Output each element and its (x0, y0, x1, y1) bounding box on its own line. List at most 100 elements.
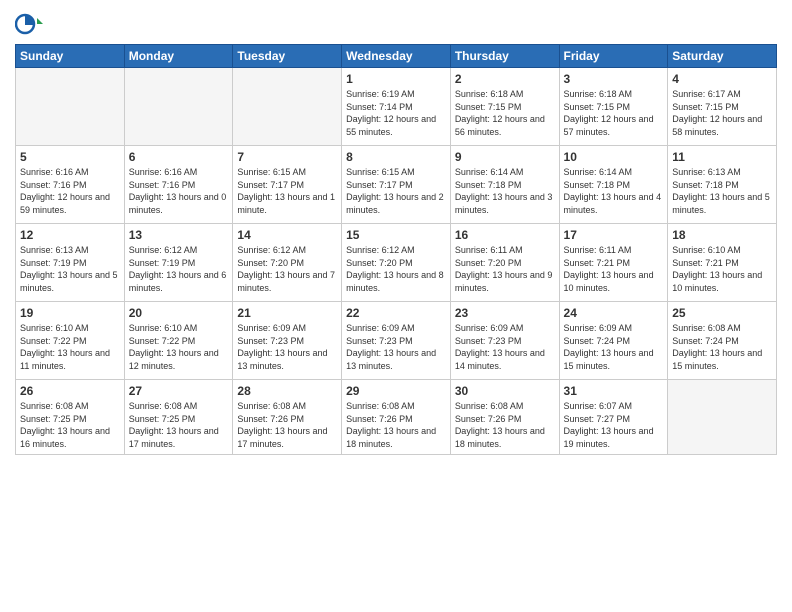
day-cell: 25Sunrise: 6:08 AMSunset: 7:24 PMDayligh… (668, 302, 777, 380)
day-number: 31 (564, 383, 664, 399)
logo-icon (15, 10, 43, 38)
day-number: 20 (129, 305, 229, 321)
day-cell: 18Sunrise: 6:10 AMSunset: 7:21 PMDayligh… (668, 224, 777, 302)
header (15, 10, 777, 38)
weekday-wednesday: Wednesday (342, 45, 451, 68)
day-cell: 2Sunrise: 6:18 AMSunset: 7:15 PMDaylight… (450, 68, 559, 146)
cell-info: Sunrise: 6:16 AMSunset: 7:16 PMDaylight:… (20, 166, 120, 216)
day-number: 5 (20, 149, 120, 165)
day-cell (668, 380, 777, 455)
cell-info: Sunrise: 6:14 AMSunset: 7:18 PMDaylight:… (455, 166, 555, 216)
day-cell: 9Sunrise: 6:14 AMSunset: 7:18 PMDaylight… (450, 146, 559, 224)
cell-info: Sunrise: 6:12 AMSunset: 7:20 PMDaylight:… (346, 244, 446, 294)
cell-info: Sunrise: 6:13 AMSunset: 7:19 PMDaylight:… (20, 244, 120, 294)
cell-info: Sunrise: 6:08 AMSunset: 7:24 PMDaylight:… (672, 322, 772, 372)
cell-info: Sunrise: 6:08 AMSunset: 7:25 PMDaylight:… (129, 400, 229, 450)
day-number: 24 (564, 305, 664, 321)
day-number: 17 (564, 227, 664, 243)
day-cell: 26Sunrise: 6:08 AMSunset: 7:25 PMDayligh… (16, 380, 125, 455)
day-cell: 16Sunrise: 6:11 AMSunset: 7:20 PMDayligh… (450, 224, 559, 302)
weekday-header-row: SundayMondayTuesdayWednesdayThursdayFrid… (16, 45, 777, 68)
week-row-5: 26 Sunrise: 6:08 AMSunset: 7:25 PMDayligh… (16, 380, 777, 455)
day-cell (124, 68, 233, 146)
cell-info: Sunrise: 6:09 AMSunset: 7:23 PMDaylight:… (237, 322, 337, 372)
cell-info: Sunrise: 6:10 AMSunset: 7:21 PMDaylight:… (672, 244, 772, 294)
day-number: 8 (346, 149, 446, 165)
day-number: 15 (346, 227, 446, 243)
day-cell: 21Sunrise: 6:09 AMSunset: 7:23 PMDayligh… (233, 302, 342, 380)
day-number: 18 (672, 227, 772, 243)
day-number: 4 (672, 71, 772, 87)
day-number: 12 (20, 227, 120, 243)
day-number: 6 (129, 149, 229, 165)
day-cell: 14Sunrise: 6:12 AMSunset: 7:20 PMDayligh… (233, 224, 342, 302)
day-cell: 5Sunrise: 6:16 AMSunset: 7:16 PMDaylight… (16, 146, 125, 224)
cell-info: Sunrise: 6:15 AMSunset: 7:17 PMDaylight:… (237, 166, 337, 216)
day-cell: 19Sunrise: 6:10 AMSunset: 7:22 PMDayligh… (16, 302, 125, 380)
day-cell: 29Sunrise: 6:08 AMSunset: 7:26 PMDayligh… (342, 380, 451, 455)
day-number: 13 (129, 227, 229, 243)
day-number: 27 (129, 383, 229, 399)
day-number: 25 (672, 305, 772, 321)
cell-info: Sunrise: 6:10 AMSunset: 7:22 PMDaylight:… (20, 322, 120, 372)
cell-info: Sunrise: 6:08 AMSunset: 7:26 PMDaylight:… (237, 400, 337, 450)
weekday-sunday: Sunday (16, 45, 125, 68)
day-cell: 4Sunrise: 6:17 AMSunset: 7:15 PMDaylight… (668, 68, 777, 146)
day-cell: 28Sunrise: 6:08 AMSunset: 7:26 PMDayligh… (233, 380, 342, 455)
day-number: 19 (20, 305, 120, 321)
cell-info: Sunrise: 6:14 AMSunset: 7:18 PMDaylight:… (564, 166, 664, 216)
day-number: 16 (455, 227, 555, 243)
day-cell: 24Sunrise: 6:09 AMSunset: 7:24 PMDayligh… (559, 302, 668, 380)
logo (15, 10, 45, 38)
day-number: 9 (455, 149, 555, 165)
day-number: 22 (346, 305, 446, 321)
day-cell: 31Sunrise: 6:07 AMSunset: 7:27 PMDayligh… (559, 380, 668, 455)
calendar-table: SundayMondayTuesdayWednesdayThursdayFrid… (15, 44, 777, 455)
day-cell: 22Sunrise: 6:09 AMSunset: 7:23 PMDayligh… (342, 302, 451, 380)
cell-info: Sunrise: 6:12 AMSunset: 7:20 PMDaylight:… (237, 244, 337, 294)
cell-info: Sunrise: 6:16 AMSunset: 7:16 PMDaylight:… (129, 166, 229, 216)
day-number: 3 (564, 71, 664, 87)
weekday-tuesday: Tuesday (233, 45, 342, 68)
day-number: 1 (346, 71, 446, 87)
day-number: 23 (455, 305, 555, 321)
cell-info: Sunrise: 6:09 AMSunset: 7:23 PMDaylight:… (346, 322, 446, 372)
day-number: 26 (20, 383, 120, 399)
day-number: 29 (346, 383, 446, 399)
week-row-4: 19Sunrise: 6:10 AMSunset: 7:22 PMDayligh… (16, 302, 777, 380)
day-number: 14 (237, 227, 337, 243)
cell-info: Sunrise: 6:08 AMSunset: 7:26 PMDaylight:… (346, 400, 446, 450)
day-cell: 8Sunrise: 6:15 AMSunset: 7:17 PMDaylight… (342, 146, 451, 224)
cell-info: Sunrise: 6:12 AMSunset: 7:19 PMDaylight:… (129, 244, 229, 294)
cell-info: Sunrise: 6:18 AMSunset: 7:15 PMDaylight:… (455, 88, 555, 138)
weekday-saturday: Saturday (668, 45, 777, 68)
cell-info: Sunrise: 6:17 AMSunset: 7:15 PMDaylight:… (672, 88, 772, 138)
cell-info: Sunrise: 6:13 AMSunset: 7:18 PMDaylight:… (672, 166, 772, 216)
day-cell: 30Sunrise: 6:08 AMSunset: 7:26 PMDayligh… (450, 380, 559, 455)
calendar-page: SundayMondayTuesdayWednesdayThursdayFrid… (0, 0, 792, 612)
day-cell (16, 68, 125, 146)
day-cell: 10Sunrise: 6:14 AMSunset: 7:18 PMDayligh… (559, 146, 668, 224)
weekday-monday: Monday (124, 45, 233, 68)
cell-info: Sunrise: 6:10 AMSunset: 7:22 PMDaylight:… (129, 322, 229, 372)
week-row-2: 5Sunrise: 6:16 AMSunset: 7:16 PMDaylight… (16, 146, 777, 224)
day-number: 7 (237, 149, 337, 165)
day-cell: 7Sunrise: 6:15 AMSunset: 7:17 PMDaylight… (233, 146, 342, 224)
day-number: 21 (237, 305, 337, 321)
day-cell: 23Sunrise: 6:09 AMSunset: 7:23 PMDayligh… (450, 302, 559, 380)
cell-info: Sunrise: 6:09 AMSunset: 7:23 PMDaylight:… (455, 322, 555, 372)
day-number: 11 (672, 149, 772, 165)
cell-info: Sunrise: 6:07 AMSunset: 7:27 PMDaylight:… (564, 400, 664, 450)
day-cell: 11Sunrise: 6:13 AMSunset: 7:18 PMDayligh… (668, 146, 777, 224)
day-cell: 1Sunrise: 6:19 AMSunset: 7:14 PMDaylight… (342, 68, 451, 146)
day-cell: 20Sunrise: 6:10 AMSunset: 7:22 PMDayligh… (124, 302, 233, 380)
cell-info: Sunrise: 6:15 AMSunset: 7:17 PMDaylight:… (346, 166, 446, 216)
cell-info: Sunrise: 6:18 AMSunset: 7:15 PMDaylight:… (564, 88, 664, 138)
cell-info: Sunrise: 6:19 AMSunset: 7:14 PMDaylight:… (346, 88, 446, 138)
day-cell: 13Sunrise: 6:12 AMSunset: 7:19 PMDayligh… (124, 224, 233, 302)
day-number: 10 (564, 149, 664, 165)
day-cell: 6Sunrise: 6:16 AMSunset: 7:16 PMDaylight… (124, 146, 233, 224)
weekday-friday: Friday (559, 45, 668, 68)
day-cell: 27Sunrise: 6:08 AMSunset: 7:25 PMDayligh… (124, 380, 233, 455)
cell-info: Sunrise: 6:11 AMSunset: 7:21 PMDaylight:… (564, 244, 664, 294)
